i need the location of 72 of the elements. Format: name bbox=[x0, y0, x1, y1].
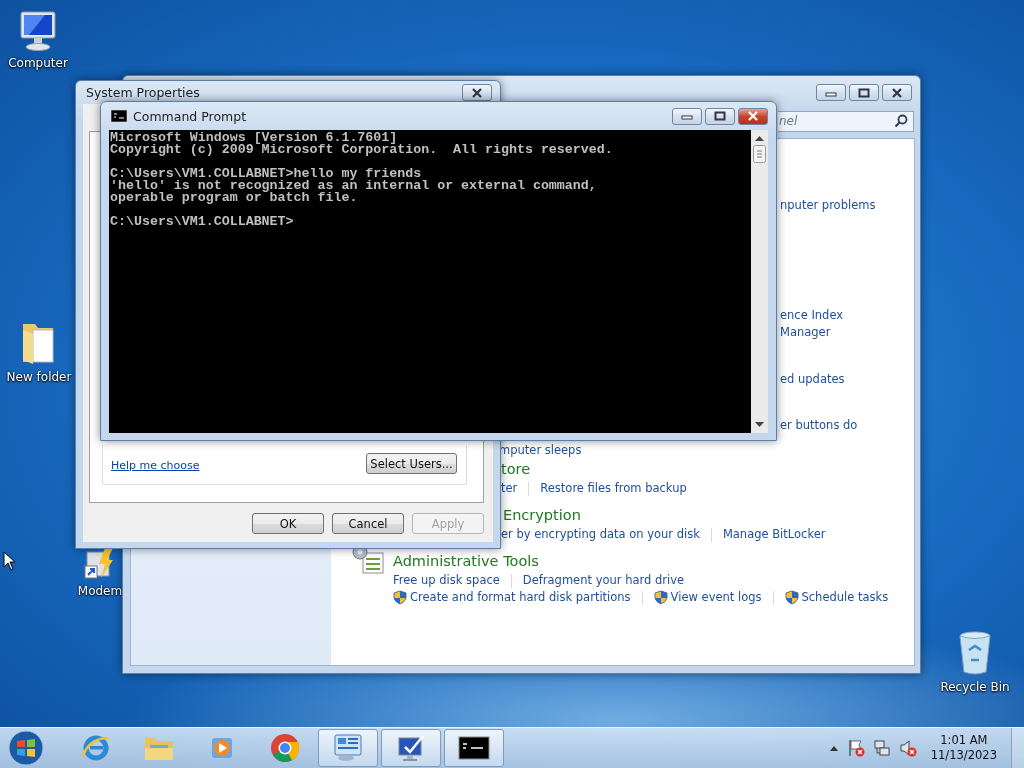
taskbar-button[interactable] bbox=[381, 729, 441, 767]
help-link[interactable]: Help me choose bbox=[111, 459, 200, 474]
console-icon bbox=[458, 736, 490, 760]
category-heading[interactable]: tore bbox=[501, 459, 531, 479]
console-line: Copyright (c) 2009 Microsoft Corporation. All rights reserved. bbox=[110, 144, 614, 156]
close-icon bbox=[747, 111, 759, 121]
task-link[interactable]: er buttons do bbox=[780, 417, 858, 434]
network-icon[interactable] bbox=[872, 739, 891, 757]
close-button[interactable] bbox=[462, 84, 492, 101]
desktop-icon-label[interactable]: Modem bbox=[77, 584, 123, 598]
task-link[interactable]: Restore files from backup bbox=[540, 480, 687, 497]
console-line: Microsoft Windows [Version 6.1.7601] bbox=[110, 132, 398, 144]
task-link[interactable]: Schedule tasks bbox=[784, 589, 889, 606]
scroll-thumb-icon[interactable] bbox=[753, 145, 766, 163]
console-line: C:\Users\VM1.COLLABNET> bbox=[110, 216, 295, 228]
task-link[interactable]: ter bbox=[501, 480, 518, 497]
window-title: Command Prompt bbox=[133, 108, 247, 124]
scroll-up-icon bbox=[755, 135, 764, 141]
close-button[interactable] bbox=[738, 107, 768, 125]
desktop-icon-label[interactable]: Recycle Bin bbox=[940, 680, 1010, 694]
shield-icon bbox=[653, 590, 668, 605]
maximize-icon bbox=[858, 87, 870, 98]
console[interactable] bbox=[109, 130, 751, 433]
dialog-button[interactable]: OK bbox=[252, 513, 324, 534]
task-link[interactable]: er by encrypting data on your disk bbox=[501, 526, 700, 543]
search-icon[interactable] bbox=[894, 114, 908, 128]
clock-time: 1:01 AM bbox=[940, 733, 988, 748]
category-heading[interactable]: Encryption bbox=[503, 505, 581, 525]
maximize-button[interactable] bbox=[849, 84, 879, 101]
clock[interactable]: 1:01 AM 11/13/2023 bbox=[930, 733, 997, 763]
control-panel-icon bbox=[332, 733, 364, 763]
task-link[interactable]: Manage BitLocker bbox=[722, 526, 826, 543]
console-icon bbox=[111, 110, 127, 122]
task-link[interactable]: ed updates bbox=[780, 371, 845, 388]
start-button[interactable] bbox=[6, 729, 46, 767]
task-link[interactable]: View event logs bbox=[653, 589, 762, 606]
task-link[interactable]: nputer problems bbox=[780, 197, 876, 214]
task-link[interactable]: ence Index bbox=[780, 307, 844, 324]
window-title: System Properties bbox=[86, 85, 200, 100]
console-line: operable program or batch file. bbox=[110, 192, 359, 204]
chrome-icon bbox=[270, 733, 300, 763]
desktop-icon-label[interactable]: Computer bbox=[8, 56, 68, 70]
cursor-icon bbox=[3, 551, 17, 571]
recycle-bin-icon bbox=[957, 630, 993, 676]
console-line: C:\Users\VM1.COLLABNET>hello my friends bbox=[110, 168, 422, 180]
task-link[interactable]: Manager bbox=[780, 324, 831, 341]
task-link[interactable]: Create and format hard disk partitions bbox=[393, 589, 631, 606]
maximize-button[interactable] bbox=[705, 107, 735, 125]
browser-icon bbox=[81, 734, 111, 762]
close-icon bbox=[891, 87, 903, 98]
shield-icon bbox=[393, 590, 407, 605]
scrollbar[interactable] bbox=[751, 130, 768, 433]
monitor-check-icon bbox=[395, 733, 427, 763]
task-link[interactable]: Defragment your hard drive bbox=[522, 572, 685, 589]
search-field[interactable]: nel bbox=[778, 110, 914, 132]
category-heading[interactable]: Administrative Tools bbox=[393, 551, 539, 571]
close-button[interactable] bbox=[882, 84, 912, 101]
select-users-button[interactable]: Select Users... bbox=[366, 453, 457, 474]
desktop-icon-label[interactable]: New folder bbox=[6, 370, 72, 384]
flag-icon[interactable] bbox=[846, 739, 865, 757]
maximize-icon bbox=[714, 111, 726, 121]
muted-speaker-icon[interactable] bbox=[898, 739, 917, 757]
console-line: 'hello' is not recognized as an internal or external command, bbox=[110, 180, 598, 192]
clock-date: 11/13/2023 bbox=[930, 748, 997, 763]
task-link[interactable]: Free up disk space bbox=[393, 572, 500, 589]
taskbar-button[interactable] bbox=[444, 729, 504, 767]
shield-icon bbox=[784, 590, 799, 605]
dialog-button[interactable]: Cancel bbox=[332, 513, 404, 534]
close-icon bbox=[471, 87, 483, 98]
show-hidden-icons-icon[interactable] bbox=[828, 744, 839, 752]
minimize-icon bbox=[681, 112, 693, 120]
scroll-down-icon bbox=[755, 422, 764, 428]
